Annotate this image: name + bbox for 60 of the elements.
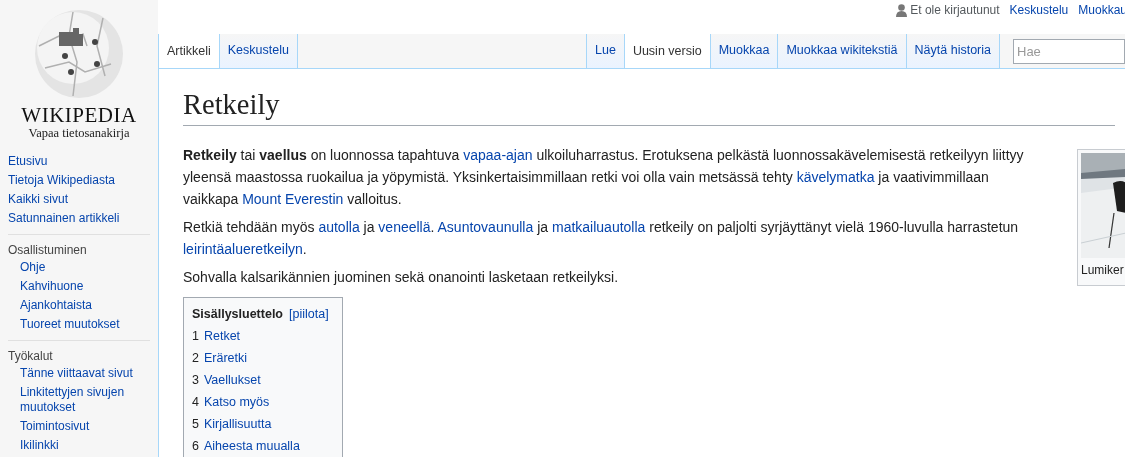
toc-number: 5 xyxy=(192,415,199,432)
article-link[interactable]: matkailuautolla xyxy=(551,219,646,235)
sidebar-link[interactable]: Etusivu xyxy=(8,154,150,169)
toc-number: 6 xyxy=(192,437,199,454)
toc-label: Aiheesta muualla xyxy=(203,437,300,454)
wikipedia-wordmark[interactable]: WIKIPEDIA xyxy=(21,104,137,126)
article-link[interactable]: Asuntovaunulla xyxy=(437,219,534,235)
article-link[interactable]: leirintäalueretkeilyn xyxy=(183,241,303,257)
article-link[interactable]: vapaa-ajan xyxy=(463,147,533,163)
login-status: Et ole kirjautunut xyxy=(910,2,1000,19)
user-icon xyxy=(896,3,908,17)
toc-label: Katso myös xyxy=(203,393,270,410)
article-link[interactable]: kävelymatka xyxy=(796,169,875,185)
sidebar-link[interactable]: Kaikki sivut xyxy=(8,192,150,207)
article-link[interactable]: autolla xyxy=(318,219,360,235)
toc-label: Kirjallisuutta xyxy=(203,415,272,432)
page-title: Retkeily xyxy=(183,87,1115,126)
tab[interactable]: Keskustelu xyxy=(218,34,298,69)
toc-number: 2 xyxy=(192,349,199,366)
paragraph: Retkeily tai vaellus on luonnossa tapahtuva vapaa-ajan ulkoiluharrastus. Erotuksena pelkästä luonnossakävelemisestä retkeilyyn liittyy yleensä maastossa ruokailua ja yöpymistä. Yksinkertaisimmillaan retki voi olla vain metsässä tehty kävelymatka ja vaativimmillaan vaikkapa Mount Everestin valloitus. xyxy=(183,146,1025,209)
tab[interactable]: Uusin versio xyxy=(623,34,710,69)
toc-toggle-link[interactable]: [piilota] xyxy=(289,305,329,324)
paragraph: Retkiä tehdään myös autolla ja veneellä. Asuntovaunulla ja matkailuautolla retkeily on paljolti syrjäyttänyt vielä 1960-luvulla harrastetun leirintäalueretkeilyn. xyxy=(183,218,1020,259)
toc-link[interactable]: 2 Eräretki xyxy=(192,349,334,366)
toc-title: Sisällysluettelo xyxy=(192,306,283,323)
tab[interactable]: Lue xyxy=(586,34,624,69)
article-link[interactable]: Mount Everestin xyxy=(242,191,344,207)
sidebar-heading: Osallistuminen xyxy=(8,242,88,259)
toc-number: 4 xyxy=(192,393,199,410)
toc-label: Retket xyxy=(203,327,241,344)
tab[interactable]: Artikkeli xyxy=(158,34,219,69)
sidebar-link[interactable]: Tietoja Wikipediasta xyxy=(8,173,150,188)
sidebar-link[interactable]: Linkitettyjen sivujen muutokset xyxy=(8,385,150,415)
personal-link[interactable]: Keskustelu xyxy=(1009,0,1069,19)
sidebar-link[interactable]: Ajankohtaista xyxy=(8,298,150,313)
sidebar-link[interactable]: Tuoreet muutokset xyxy=(8,317,150,332)
toc-link[interactable]: 5 Kirjallisuutta xyxy=(192,415,334,432)
sidebar-link[interactable]: Kahvihuone xyxy=(8,279,150,294)
image-caption: Lumiker xyxy=(1081,262,1125,278)
toc-label: Vaellukset xyxy=(203,371,261,388)
tagline: Vapaa tietosanakirja xyxy=(28,126,130,140)
sidebar-link[interactable]: Satunnainen artikkeli xyxy=(8,211,150,226)
tab[interactable]: Muokkaa xyxy=(709,34,778,69)
sidebar-heading: Työkalut xyxy=(8,348,54,365)
toc-number: 3 xyxy=(192,371,199,388)
tab[interactable]: Muokkaa wikitekstiä xyxy=(777,34,906,69)
sidebar-link[interactable]: Toimintosivut xyxy=(8,419,150,434)
toc-link[interactable]: 1 Retket xyxy=(192,327,334,344)
sidebar-link[interactable]: Tänne viittaavat sivut xyxy=(8,366,150,381)
sidebar-link[interactable]: Ohje xyxy=(8,260,150,275)
toc-number: 1 xyxy=(192,327,199,344)
toc-link[interactable]: 6 Aiheesta muualla xyxy=(192,437,334,454)
article-link[interactable]: veneellä xyxy=(378,219,431,235)
tab[interactable]: Näytä historia xyxy=(905,34,1000,69)
toc-link[interactable]: 3 Vaellukset xyxy=(192,371,334,388)
sidebar-link[interactable]: Ikilinkki xyxy=(8,438,150,453)
paragraph: Sohvalla kalsarikännien juominen sekä onanointi lasketaan retkeilyksi. xyxy=(183,268,620,287)
toc-link[interactable]: 4 Katso myös xyxy=(192,393,334,410)
search-field[interactable]: Hae xyxy=(1013,39,1125,64)
toc-label: Eräretki xyxy=(203,349,248,366)
